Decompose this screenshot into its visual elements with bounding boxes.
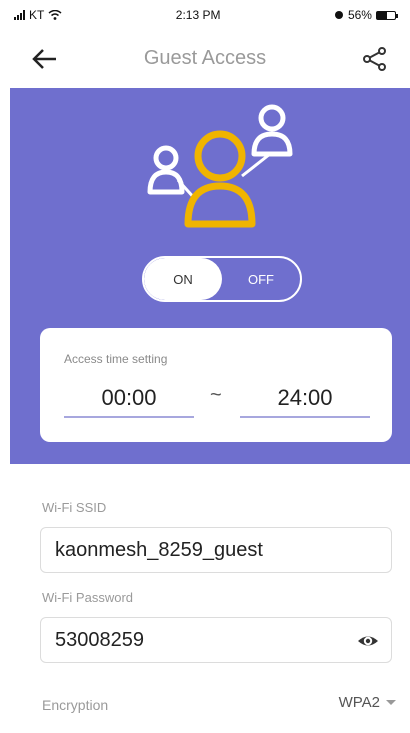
share-icon[interactable] [360, 44, 390, 74]
encryption-value: WPA2 [338, 694, 380, 711]
users-icon [147, 104, 293, 228]
end-time-input[interactable]: 24:00 [240, 380, 370, 418]
status-right: 56% [334, 8, 398, 22]
toggle-off-button[interactable]: OFF [222, 258, 300, 300]
page-title: Guest Access [143, 46, 267, 69]
alarm-icon [334, 11, 343, 19]
status-bar: KT 2:13 PM 56% [0, 0, 410, 30]
ssid-value: kaonmesh_8259_guest [55, 538, 263, 561]
toggle-on-button[interactable]: ON [144, 258, 222, 300]
status-time: 2:13 PM [175, 8, 221, 22]
wifi-icon [48, 10, 62, 20]
nav-bar: Guest Access [0, 30, 410, 86]
arrow-left-icon[interactable] [30, 44, 60, 74]
battery-fill [376, 11, 388, 19]
password-value: 53008259 [55, 628, 144, 651]
encryption-select[interactable]: WPA2 [339, 694, 396, 711]
access-time-label: Access time setting [64, 352, 168, 366]
eye-icon[interactable] [357, 630, 379, 652]
chevron-down-icon [386, 700, 396, 705]
carrier-text: KT [29, 8, 45, 22]
guest-access-toggle[interactable]: ON OFF [142, 256, 302, 302]
status-left: KT [14, 8, 62, 22]
signal-icon [14, 10, 25, 20]
password-field[interactable]: 53008259 [40, 617, 392, 663]
start-time-input[interactable]: 00:00 [64, 380, 194, 418]
time-separator: ~ [210, 384, 222, 406]
ssid-label: Wi-Fi SSID [42, 500, 107, 515]
encryption-label: Encryption [42, 697, 109, 713]
battery-percent: 56% [347, 8, 372, 22]
guest-access-hero: ON OFF Access time setting 00:00 ~ 24:00 [10, 88, 410, 464]
battery-icon [375, 10, 398, 20]
access-time-card: Access time setting 00:00 ~ 24:00 [40, 328, 392, 442]
password-label: Wi-Fi Password [42, 590, 134, 605]
ssid-field[interactable]: kaonmesh_8259_guest [40, 527, 392, 573]
